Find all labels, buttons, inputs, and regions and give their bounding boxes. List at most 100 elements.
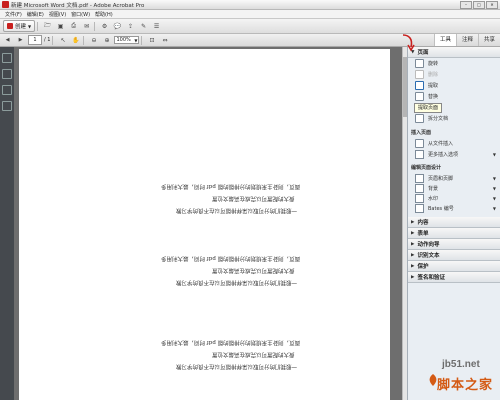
zoom-in-icon[interactable]: ⊕ [101, 35, 112, 46]
open-folder-icon[interactable]: 🗁 [42, 21, 53, 32]
tools-panel: ▼ 页面 旋转 删除 提取 替换 裁剪 拆分文档 插入页面 从文件插入 更多插入… [407, 47, 500, 400]
background-label: 背景 [428, 185, 439, 192]
header-footer-icon [415, 173, 424, 183]
section-pages-label: 页面 [417, 50, 429, 56]
delete-icon [415, 70, 424, 79]
tab-tools[interactable]: 工具 [433, 34, 456, 46]
document-text-line: 费大的配置可以完成在高最文位置 [212, 351, 295, 357]
toolbar-divider [37, 21, 39, 31]
pages-thumbnail-icon[interactable] [2, 53, 12, 63]
minimize-icon[interactable]: – [460, 1, 472, 9]
email-icon[interactable]: ✉ [81, 21, 92, 32]
extract-pages-button[interactable]: 提取 [408, 80, 500, 91]
insert-from-file-label: 从文件插入 [428, 141, 454, 147]
comment-bubble-icon[interactable]: 💬 [112, 21, 123, 32]
attachment-icon[interactable] [2, 85, 12, 95]
insert-from-file-button[interactable]: 从文件插入 [408, 138, 500, 149]
extract-tooltip: 提取页面 [414, 103, 443, 113]
section-content-label: 内容 [417, 220, 429, 226]
create-button[interactable]: 创建 ▼ [3, 20, 36, 32]
section-recognize-text-header[interactable]: ▶ 识别文本 [408, 250, 500, 261]
toolbar-divider [52, 35, 54, 45]
share-icon[interactable]: ⇪ [125, 21, 136, 32]
menu-help[interactable]: 帮助(H) [95, 11, 113, 18]
section-protection-header[interactable]: ▶ 保护 [408, 261, 500, 272]
zoom-select[interactable]: 100% ▼ [114, 36, 140, 44]
bates-numbering-dropdown[interactable]: Bates 编号 ▼ [408, 203, 500, 213]
document-viewport[interactable]: 面页，则卦主来规划的分排版的版 pdf 时间，最大利用多 费大的配置可以完成在高… [14, 47, 402, 400]
document-text-line: 面页，则卦主来规划的分排版的版 pdf 时间，最大利用多 [160, 339, 300, 345]
tab-comment[interactable]: 注释 [455, 34, 478, 46]
page-number-input[interactable]: 1 [28, 35, 42, 45]
menu-window[interactable]: 窗口(W) [71, 11, 90, 18]
watermark-dropdown[interactable]: 水印 ▼ [408, 193, 500, 203]
zoom-out-icon[interactable]: ⊖ [88, 35, 99, 46]
create-icon [7, 23, 13, 29]
main-toolbar: 创建 ▼ 🗁 ▣ ⎙ ✉ ⚙ 💬 ⇪ ✎ ☰ [0, 19, 500, 34]
hand-tool-icon[interactable]: ✋ [70, 35, 81, 46]
section-pages-header[interactable]: ▼ 页面 [408, 47, 500, 58]
fit-page-icon[interactable]: ⊡ [146, 35, 157, 46]
menu-file[interactable]: 文件(F) [5, 11, 22, 18]
page-total: / 1 [44, 37, 51, 43]
insert-pages-group-label: 插入页面 [411, 130, 432, 136]
navigation-toolbar: ◀ ▶ 1 / 1 ↖ ✋ ⊖ ⊕ 100% ▼ ⊡ ⇔ [0, 34, 500, 47]
header-footer-dropdown[interactable]: 页眉和页脚 ▼ [408, 173, 500, 183]
split-document-button[interactable]: 拆分文档 [408, 113, 500, 124]
maximize-icon[interactable]: □ [473, 1, 485, 9]
window-title: 新建 Microsoft Word 文档.pdf - Adobe Acrobat… [11, 2, 145, 9]
signature-icon[interactable] [2, 101, 12, 111]
background-dropdown[interactable]: 背景 ▼ [408, 183, 500, 193]
create-label: 创建 [15, 24, 27, 30]
section-action-wizard-header[interactable]: ▶ 动作向导 [408, 239, 500, 250]
pdf-page: 面页，则卦主来规划的分排版的版 pdf 时间，最大利用多 费大的配置可以完成在高… [19, 49, 390, 400]
section-sign-certify-header[interactable]: ▶ 签名和验证 [408, 272, 500, 283]
document-text-line: 一般我们的分可取以采样排版可以在不良的学习教 [175, 363, 297, 369]
insert-options-icon [415, 149, 424, 159]
document-text-line: 费大的配置可以完成在高最文位置 [212, 267, 295, 273]
right-tabs: 工具 注释 共享 [433, 34, 500, 46]
background-icon [415, 183, 424, 193]
print-icon[interactable]: ⎙ [68, 21, 79, 32]
chevron-right-icon: ▶ [411, 274, 415, 280]
bates-icon [415, 203, 424, 213]
close-icon[interactable]: ✕ [486, 1, 498, 9]
extract-icon [415, 81, 424, 90]
title-bar: 新建 Microsoft Word 文档.pdf - Adobe Acrobat… [0, 0, 500, 10]
chevron-down-icon: ▼ [28, 23, 32, 29]
document-text-line: 一般我们的分可取以采样排版可以在不良的学习教 [175, 279, 297, 285]
header-footer-label: 页眉和页脚 [428, 175, 454, 182]
split-icon [415, 114, 424, 123]
save-icon[interactable]: ▣ [55, 21, 66, 32]
review-icon[interactable]: ✎ [138, 21, 149, 32]
toolbar-divider [141, 35, 143, 45]
document-text-line: 费大的配置可以完成在高最文位置 [212, 195, 295, 201]
chevron-right-icon: ▶ [411, 241, 415, 247]
next-page-icon[interactable]: ▶ [15, 35, 26, 46]
menu-edit[interactable]: 编辑(E) [27, 11, 44, 18]
chevron-right-icon: ▶ [411, 252, 415, 258]
acrobat-logo-icon [2, 1, 9, 8]
replace-pages-button[interactable]: 替换 [408, 91, 500, 102]
section-forms-header[interactable]: ▶ 表单 [408, 228, 500, 239]
toolbar-divider [83, 35, 85, 45]
rotate-pages-button[interactable]: 旋转 [408, 58, 500, 69]
edit-page-design-group-label: 编辑页面设计 [411, 165, 442, 171]
delete-pages-button[interactable]: 删除 [408, 69, 500, 80]
split-label: 拆分文档 [428, 116, 449, 122]
select-cursor-icon[interactable]: ↖ [57, 35, 68, 46]
rotate-icon [415, 59, 424, 68]
fit-width-icon[interactable]: ⇔ [159, 35, 170, 46]
bookmark-icon[interactable] [2, 69, 12, 79]
insert-file-icon [415, 139, 424, 148]
menu-view[interactable]: 视图(V) [49, 11, 66, 18]
zoom-value: 100% [116, 37, 131, 43]
previous-page-icon[interactable]: ◀ [2, 35, 13, 46]
settings-gear-icon[interactable]: ⚙ [99, 21, 110, 32]
tab-share[interactable]: 共享 [477, 34, 500, 46]
more-insert-options-dropdown[interactable]: 更多插入选项 ▼ [408, 149, 500, 159]
forms-icon[interactable]: ☰ [151, 21, 162, 32]
watermark-icon [415, 193, 424, 203]
menu-bar: 文件(F) 编辑(E) 视图(V) 窗口(W) 帮助(H) [0, 10, 500, 19]
section-content-header[interactable]: ▶ 内容 [408, 217, 500, 228]
